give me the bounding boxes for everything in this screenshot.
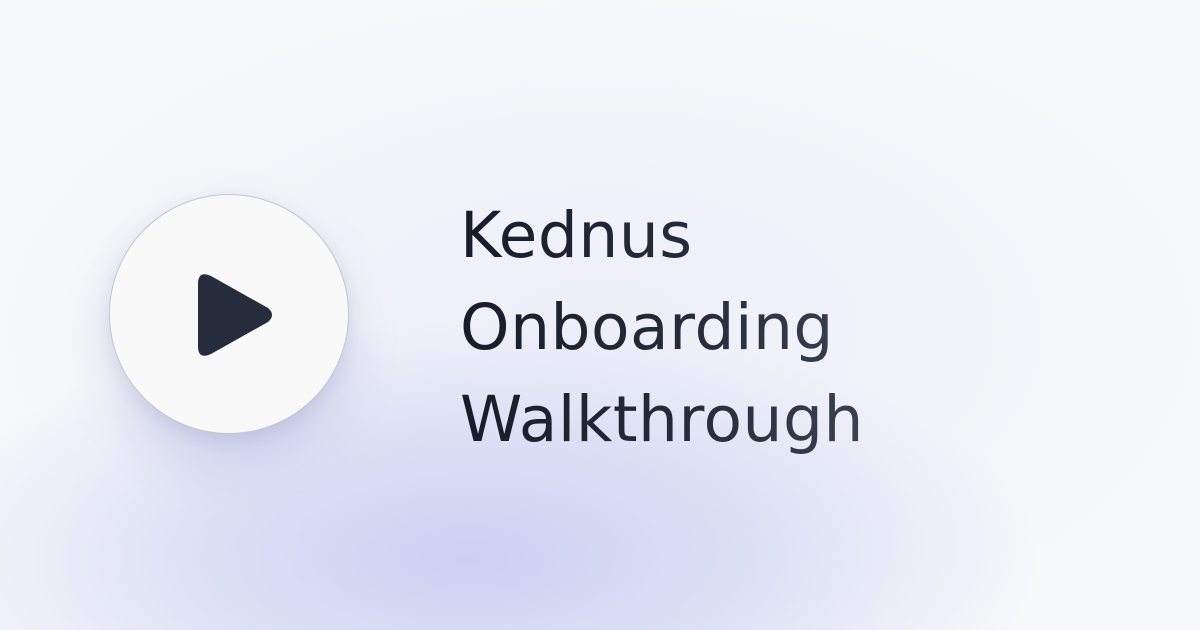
title-line-brand: Kednus [460, 190, 864, 282]
title-line-walkthrough: Walkthrough [460, 374, 864, 466]
title-line-onboarding: Onboarding [460, 282, 864, 374]
page-title: Kednus Onboarding Walkthrough [460, 190, 864, 466]
play-icon [198, 274, 272, 356]
